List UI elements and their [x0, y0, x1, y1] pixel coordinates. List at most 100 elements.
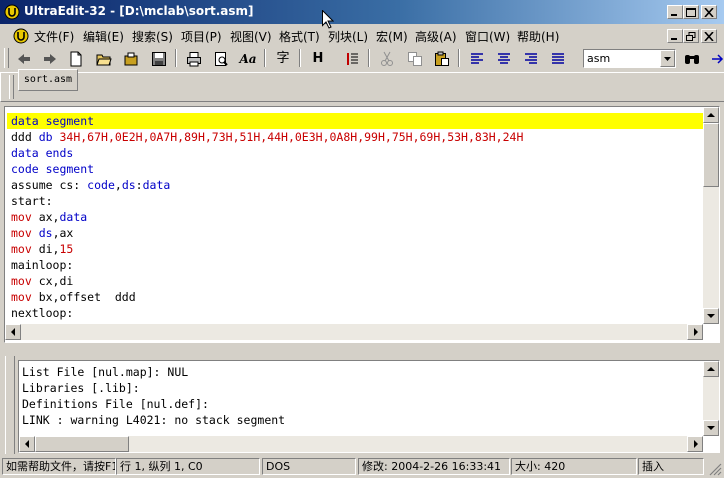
code-line[interactable]: ddd db 34H,67H,0E2H,0A7H,89H,73H,51H,44H… [7, 129, 703, 145]
code-text[interactable]: data segment ddd db 34H,67H,0E2H,0A7H,89H… [7, 113, 703, 321]
toolbar-separator [368, 49, 370, 67]
document-icon[interactable] [13, 28, 29, 44]
menu-edit[interactable]: 编辑(E) [83, 28, 124, 45]
scroll-right-button[interactable] [687, 436, 703, 452]
code-line[interactable]: mov di,15 [7, 241, 703, 257]
scroll-thumb[interactable] [35, 436, 129, 452]
justify-button[interactable] [548, 49, 568, 69]
scroll-thumb[interactable] [703, 123, 719, 187]
align-left-button[interactable] [467, 49, 487, 69]
save-button[interactable] [149, 49, 169, 69]
code-token: code [87, 178, 115, 192]
output-line: List File [nul.map]: NUL [22, 365, 189, 379]
editor-vertical-scrollbar[interactable] [703, 107, 719, 324]
back-icon [18, 54, 30, 64]
close-button[interactable] [701, 5, 717, 19]
print-button[interactable] [184, 49, 204, 69]
code-line[interactable]: data ends [7, 145, 703, 161]
font-button[interactable]: Aa [238, 49, 258, 69]
menu-macro[interactable]: 宏(M) [376, 28, 408, 45]
toolbar-grip[interactable] [4, 48, 9, 68]
print-preview-button[interactable] [211, 49, 231, 69]
dropdown-button[interactable] [660, 50, 675, 67]
align-right-button[interactable] [521, 49, 541, 69]
doc-minimize-button[interactable] [667, 29, 683, 43]
scroll-up-button[interactable] [703, 361, 719, 377]
copy-button[interactable] [405, 49, 425, 69]
open-file-button[interactable] [94, 49, 114, 69]
scroll-up-button[interactable] [703, 107, 719, 123]
code-line[interactable]: mov ax,data [7, 209, 703, 225]
menu-help[interactable]: 帮助(H) [517, 28, 559, 45]
output-horizontal-scrollbar[interactable] [19, 436, 703, 452]
editor-pane[interactable]: data segment ddd db 34H,67H,0E2H,0A7H,89H… [4, 106, 720, 343]
code-token: 34H,67H,0E2H,0A7H,89H,73H,51H,44H,0E3H,0… [59, 130, 524, 144]
code-token: data segment [11, 114, 95, 128]
code-line[interactable]: assume cs: code,ds:data [7, 177, 703, 193]
justify-icon [552, 53, 564, 64]
menu-advanced[interactable]: 高级(A) [415, 28, 457, 45]
code-line[interactable]: mov ds,ax [7, 225, 703, 241]
menu-format[interactable]: 格式(T) [279, 28, 320, 45]
open-file-icon [96, 54, 112, 66]
scroll-left-button[interactable] [5, 324, 21, 340]
menu-project[interactable]: 项目(P) [181, 28, 222, 45]
code-token: data [59, 210, 88, 224]
open-folder-button[interactable] [121, 49, 141, 69]
close-icon [704, 8, 714, 17]
toolbar-separator [458, 49, 460, 67]
menu-bar: 文件(F) 编辑(E) 搜索(S) 项目(P) 视图(V) 格式(T) 列块(L… [0, 25, 724, 46]
app-icon[interactable] [4, 4, 20, 20]
code-token: cx,di [38, 274, 74, 288]
tab-sort-asm[interactable]: sort.asm [18, 69, 78, 91]
syntax-highlight-select[interactable]: asm [583, 49, 676, 68]
code-line[interactable]: start: [7, 193, 703, 209]
minimize-icon [671, 38, 677, 40]
toolbar-more-button[interactable] [706, 49, 724, 69]
code-token: di, [38, 242, 60, 256]
menu-window[interactable]: 窗口(W) [465, 28, 510, 45]
column-marker-button[interactable] [342, 49, 362, 69]
code-token: ,ax [52, 226, 74, 240]
code-token: mov [11, 290, 39, 304]
tabbar-grip[interactable] [9, 75, 14, 99]
code-line[interactable]: data segment [7, 113, 703, 129]
title-bar[interactable]: UltraEdit-32 - [D:\mclab\sort.asm] [0, 0, 724, 24]
new-file-button[interactable] [66, 49, 86, 69]
back-button[interactable] [14, 49, 34, 69]
menu-file[interactable]: 文件(F) [34, 28, 74, 45]
arrow-left-icon [11, 328, 15, 336]
scroll-left-button[interactable] [19, 436, 35, 452]
scroll-down-button[interactable] [703, 420, 719, 436]
align-left-icon [471, 53, 483, 64]
output-vertical-scrollbar[interactable] [703, 361, 719, 436]
editor-horizontal-scrollbar[interactable] [5, 324, 703, 340]
scroll-right-button[interactable] [687, 324, 703, 340]
scroll-down-button[interactable] [703, 308, 719, 324]
cut-button[interactable] [377, 49, 397, 69]
output-line: Definitions File [nul.def]: [22, 397, 209, 411]
output-grip[interactable] [5, 356, 15, 454]
word-wrap-button[interactable]: 字 [273, 49, 293, 69]
minimize-button[interactable] [667, 5, 683, 19]
code-line[interactable]: code segment [7, 161, 703, 177]
forward-button[interactable] [40, 49, 60, 69]
hex-mode-button[interactable]: H [308, 49, 328, 69]
doc-close-button[interactable] [701, 29, 717, 43]
menu-column[interactable]: 列块(L) [328, 28, 368, 45]
paste-button[interactable] [432, 49, 452, 69]
menu-view[interactable]: 视图(V) [230, 28, 272, 45]
menu-search[interactable]: 搜索(S) [132, 28, 173, 45]
output-window[interactable]: List File [nul.map]: NUL Libraries [.lib… [18, 360, 720, 453]
code-line[interactable]: mainloop: [7, 257, 703, 273]
find-button[interactable] [682, 49, 702, 69]
maximize-button[interactable] [683, 5, 699, 19]
resize-grip-icon[interactable] [708, 462, 722, 476]
doc-restore-button[interactable] [683, 29, 699, 43]
toolbar-separator [299, 49, 301, 67]
align-center-button[interactable] [494, 49, 514, 69]
code-line[interactable]: mov cx,di [7, 273, 703, 289]
code-line[interactable]: mov bx,offset ddd [7, 289, 703, 305]
code-line[interactable]: nextloop: [7, 305, 703, 321]
maximize-icon [686, 8, 696, 17]
